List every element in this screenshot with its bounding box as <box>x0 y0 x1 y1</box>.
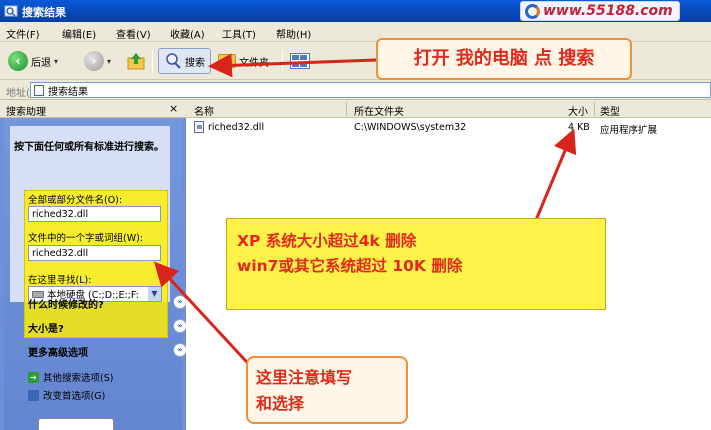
search-submit-button[interactable] <box>38 418 114 430</box>
dll-file-icon <box>194 121 204 133</box>
option-label: 什么时候修改的? <box>28 300 104 311</box>
title-bar: 搜索结果 www.55188.com <box>0 0 711 22</box>
expand-chevron-icon[interactable]: » <box>173 295 187 309</box>
arrow-right-icon: ➜ <box>28 371 39 383</box>
fill-note-line2: 和选择 <box>256 394 305 413</box>
forward-dropdown-icon[interactable]: ▾ <box>107 57 111 66</box>
search-pane-title: 搜索助理 <box>6 107 46 118</box>
address-field[interactable]: 搜索结果 <box>30 82 711 98</box>
views-button[interactable] <box>290 48 310 74</box>
back-label: 后退 <box>31 57 51 69</box>
menu-tools[interactable]: 工具(T) <box>222 26 256 41</box>
watermark-logo-icon <box>525 4 540 19</box>
menu-file[interactable]: 文件(F) <box>6 26 40 41</box>
menu-favorites[interactable]: 收藏(A) <box>170 26 205 41</box>
results-column-header: 名称 所在文件夹 大小 类型 <box>186 100 711 118</box>
column-divider[interactable] <box>346 102 347 116</box>
option-size[interactable]: 大小是? » <box>28 319 187 335</box>
up-folder-button[interactable] <box>126 48 146 74</box>
other-search-options-link[interactable]: ➜ 其他搜索选项(S) <box>28 370 113 384</box>
callout-fill-note: 这里注意填写 和选择 <box>246 356 408 424</box>
folder-icon <box>218 54 236 68</box>
callout-size-rule: XP 系统大小超过4k 删除 win7或其它系统超过 10K 删除 <box>226 218 606 310</box>
column-folder[interactable]: 所在文件夹 <box>354 103 404 118</box>
column-type[interactable]: 类型 <box>600 103 620 118</box>
column-divider[interactable] <box>594 102 595 116</box>
size-rule-win7: win7或其它系统超过 10K 删除 <box>237 257 463 275</box>
search-button[interactable]: 搜索 <box>158 48 211 74</box>
address-bar: 地址(D) 搜索结果 <box>0 80 711 100</box>
fill-note-line1: 这里注意填写 <box>256 368 353 387</box>
size-rule-xp: XP 系统大小超过4k 删除 <box>237 232 417 250</box>
option-label: 更多高级选项 <box>28 348 88 359</box>
option-advanced[interactable]: 更多高级选项 » <box>28 343 187 359</box>
up-folder-icon <box>127 53 145 70</box>
filename-label: 全部或部分文件名(O): <box>28 195 123 206</box>
file-type: 应用程序扩展 <box>600 125 658 136</box>
link-label: 其他搜索选项(S) <box>43 373 114 384</box>
file-size: 4 KB <box>568 122 590 133</box>
option-label: 大小是? <box>28 324 64 335</box>
menu-view[interactable]: 查看(V) <box>116 26 151 41</box>
file-folder: C:\WINDOWS\system32 <box>354 122 467 133</box>
window-title: 搜索结果 <box>22 6 66 19</box>
expand-chevron-icon[interactable]: » <box>173 343 187 357</box>
explorer-window: 搜索结果 www.55188.com 文件(F) 编辑(E) 查看(V) 收藏(… <box>0 0 711 430</box>
views-icon <box>290 53 310 69</box>
menu-help[interactable]: 帮助(H) <box>276 26 311 41</box>
address-value: 搜索结果 <box>48 86 88 98</box>
preferences-icon <box>28 389 39 401</box>
toolbar-separator <box>152 50 153 72</box>
link-label: 改变首选项(G) <box>43 391 106 402</box>
search-pane-body: 按下面任何或所有标准进行搜索。 全部或部分文件名(O): riched32.dl… <box>4 118 187 430</box>
table-row[interactable]: riched32.dll C:\WINDOWS\system32 4 KB 应用… <box>186 120 711 136</box>
search-label: 搜索 <box>185 57 205 69</box>
column-size[interactable]: 大小 <box>568 103 588 118</box>
lookin-label: 在这里寻找(L): <box>28 275 92 286</box>
magnifier-icon <box>166 53 181 69</box>
search-prompt: 按下面任何或所有标准进行搜索。 <box>14 142 164 153</box>
menu-edit[interactable]: 编辑(E) <box>62 26 96 41</box>
search-results-icon <box>34 84 44 96</box>
folders-label: 文件夹 <box>239 57 269 69</box>
phrase-input[interactable]: riched32.dll <box>28 245 161 261</box>
folders-button[interactable]: 文件夹 <box>218 48 269 74</box>
file-name: riched32.dll <box>208 122 265 133</box>
expand-chevron-icon[interactable]: » <box>173 319 187 333</box>
site-watermark: www.55188.com <box>520 1 680 21</box>
back-dropdown-icon[interactable]: ▾ <box>54 57 58 66</box>
search-companion-pane: 搜索助理 × 按下面任何或所有标准进行搜索。 全部或部分文件名(O): rich… <box>0 100 187 430</box>
search-pane-header: 搜索助理 × <box>0 100 186 118</box>
forward-arrow-icon: › <box>84 51 104 71</box>
phrase-label: 文件中的一个字或词组(W): <box>28 233 144 244</box>
search-window-icon <box>4 5 18 17</box>
callout-open-search: 打开 我的电脑 点 搜索 <box>376 38 632 80</box>
filename-input[interactable]: riched32.dll <box>28 206 161 222</box>
close-pane-icon[interactable]: × <box>169 102 178 115</box>
toolbar-separator <box>282 50 283 72</box>
watermark-text: www.55188.com <box>543 3 673 19</box>
change-preferences-link[interactable]: 改变首选项(G) <box>28 388 105 402</box>
back-button[interactable]: ‹ 后退 ▾ <box>8 48 58 74</box>
option-when-modified[interactable]: 什么时候修改的? » <box>28 295 187 311</box>
column-name[interactable]: 名称 <box>194 103 214 118</box>
forward-button[interactable]: › ▾ <box>84 48 111 74</box>
back-arrow-icon: ‹ <box>8 51 28 71</box>
